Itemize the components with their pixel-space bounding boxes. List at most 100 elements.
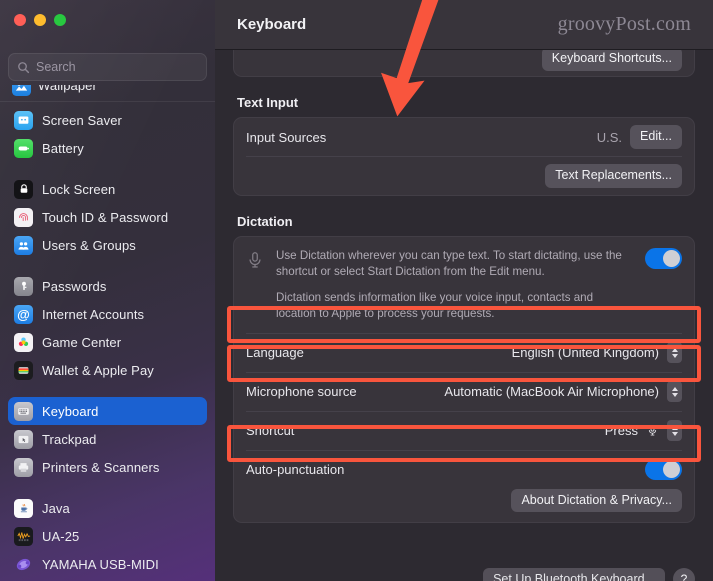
language-value: English (United Kingdom) [511,345,659,361]
sidebar-list[interactable]: Wallpaper Screen Saver Battery Lock Scre… [0,85,215,581]
passwords-icon [14,276,33,296]
sidebar-divider [0,101,215,102]
dictation-section-title: Dictation [237,214,293,229]
sidebar-item-label: Lock Screen [42,181,116,197]
language-stepper[interactable] [667,342,682,364]
bottom-button-strip: Set Up Bluetooth Keyboard... ? [233,567,695,581]
sidebar-item-users-groups[interactable]: Users & Groups [8,231,207,259]
auto-punctuation-toggle[interactable] [645,459,682,481]
auto-punctuation-label: Auto-punctuation [246,462,345,478]
internet-accounts-icon: @ [14,304,33,324]
input-sources-row[interactable]: Input Sources U.S. Edit... [234,118,694,156]
about-dictation-privacy-button[interactable]: About Dictation & Privacy... [511,488,682,513]
sidebar-item-label: Battery [42,140,84,156]
help-button[interactable]: ? [673,568,695,581]
sidebar-item-lock-screen[interactable]: Lock Screen [8,175,207,203]
sidebar-item-label: Java [42,500,70,516]
sidebar-item-label: Trackpad [42,431,97,447]
search-field[interactable]: Search [8,53,207,81]
close-button[interactable] [14,14,26,26]
traffic-lights [14,14,66,26]
screen-saver-icon [14,110,33,130]
keyboard-icon [14,401,33,421]
sidebar-item-label: Printers & Scanners [42,459,160,475]
microphone-source-value: Automatic (MacBook Air Microphone) [444,384,659,400]
lock-screen-icon [14,179,33,199]
microphone-icon [646,424,659,437]
dictation-description: Use Dictation wherever you can type text… [276,248,635,323]
dictation-description-2: Dictation sends information like your vo… [276,290,594,321]
sidebar-item-label: Game Center [42,334,122,350]
search-icon [18,61,30,73]
search-placeholder: Search [36,60,76,74]
text-replacements-row[interactable]: Text Replacements... [234,157,694,195]
sidebar-item-label: Wallpaper [38,85,97,93]
auto-punctuation-row[interactable]: Auto-punctuation [234,451,694,489]
settings-content[interactable]: Keyboard Shortcuts... Text Input Input S… [215,36,713,581]
sidebar-item-wallpaper[interactable]: Wallpaper [8,85,215,99]
yamaha-usb-midi-icon [14,555,33,574]
input-sources-label: Input Sources [246,129,327,145]
dictation-description-row: Use Dictation wherever you can type text… [234,237,694,333]
set-up-bluetooth-keyboard-button[interactable]: Set Up Bluetooth Keyboard... [483,567,665,581]
text-input-card: Input Sources U.S. Edit... Text Replacem… [233,117,695,196]
sidebar: Search Wallpaper Screen Saver Battery Lo… [0,0,215,581]
sidebar-item-wallet[interactable]: Wallet & Apple Pay [8,356,207,384]
sidebar-item-screen-saver[interactable]: Screen Saver [8,106,207,134]
sidebar-item-keyboard[interactable]: Keyboard [8,397,207,425]
dictation-footer: About Dictation & Privacy... [234,488,694,522]
sidebar-item-label: Wallet & Apple Pay [42,362,154,378]
zoom-button[interactable] [54,14,66,26]
shortcut-label: Shortcut [246,423,295,439]
sidebar-item-ua-25[interactable]: UA-25 [8,522,207,550]
keyboard-shortcuts-button[interactable]: Keyboard Shortcuts... [541,47,682,71]
sidebar-item-label: YAMAHA USB-MIDI [42,556,159,572]
shortcut-stepper[interactable] [667,420,682,442]
java-icon [14,498,33,518]
microphone-source-row[interactable]: Microphone source Automatic (MacBook Air… [234,373,694,411]
sidebar-item-label: Keyboard [42,403,99,419]
watermark: groovyPost.com [557,13,691,35]
dictation-toggle[interactable] [645,248,682,269]
sidebar-item-internet-accounts[interactable]: @ Internet Accounts [8,300,207,328]
minimize-button[interactable] [34,14,46,26]
microphone-source-label: Microphone source [246,384,357,400]
text-replacements-button[interactable]: Text Replacements... [545,164,682,188]
sidebar-item-label: UA-25 [42,528,80,544]
sidebar-item-trackpad[interactable]: Trackpad [8,425,207,453]
battery-icon [14,138,33,158]
microphone-icon [246,248,266,323]
input-sources-value: U.S. [596,129,623,145]
edit-input-sources-button[interactable]: Edit... [630,125,682,149]
dictation-card: Use Dictation wherever you can type text… [233,236,695,524]
sidebar-item-passwords[interactable]: Passwords [8,272,207,300]
text-input-section-title: Text Input [237,95,299,110]
sidebar-item-label: Passwords [42,278,107,294]
sidebar-item-game-center[interactable]: Game Center [8,328,207,356]
sidebar-item-yamaha-usb-midi[interactable]: YAMAHA USB-MIDI [8,550,207,578]
sidebar-item-java[interactable]: Java [8,494,207,522]
trackpad-icon [14,429,33,449]
main-pane: Keyboard groovyPost.com Keyboard Shortcu… [215,0,713,581]
game-center-icon [14,332,33,352]
sidebar-item-label: Users & Groups [42,237,136,253]
language-label: Language [246,345,304,361]
users-groups-icon [14,235,33,255]
printers-scanners-icon [14,457,33,477]
shortcut-row[interactable]: Shortcut Press [234,412,694,450]
microphone-source-stepper[interactable] [667,381,682,403]
sidebar-item-label: Internet Accounts [42,306,145,322]
ua25-icon [14,526,33,546]
sidebar-item-battery[interactable]: Battery [8,134,207,162]
sidebar-item-touch-id[interactable]: Touch ID & Password [8,203,207,231]
dictation-language-row[interactable]: Language English (United Kingdom) [234,334,694,372]
sidebar-item-label: Touch ID & Password [42,209,169,225]
wallpaper-icon [12,85,31,96]
touch-id-icon [14,207,33,227]
titlebar: Keyboard groovyPost.com [215,0,713,50]
sidebar-item-printers-scanners[interactable]: Printers & Scanners [8,453,207,481]
